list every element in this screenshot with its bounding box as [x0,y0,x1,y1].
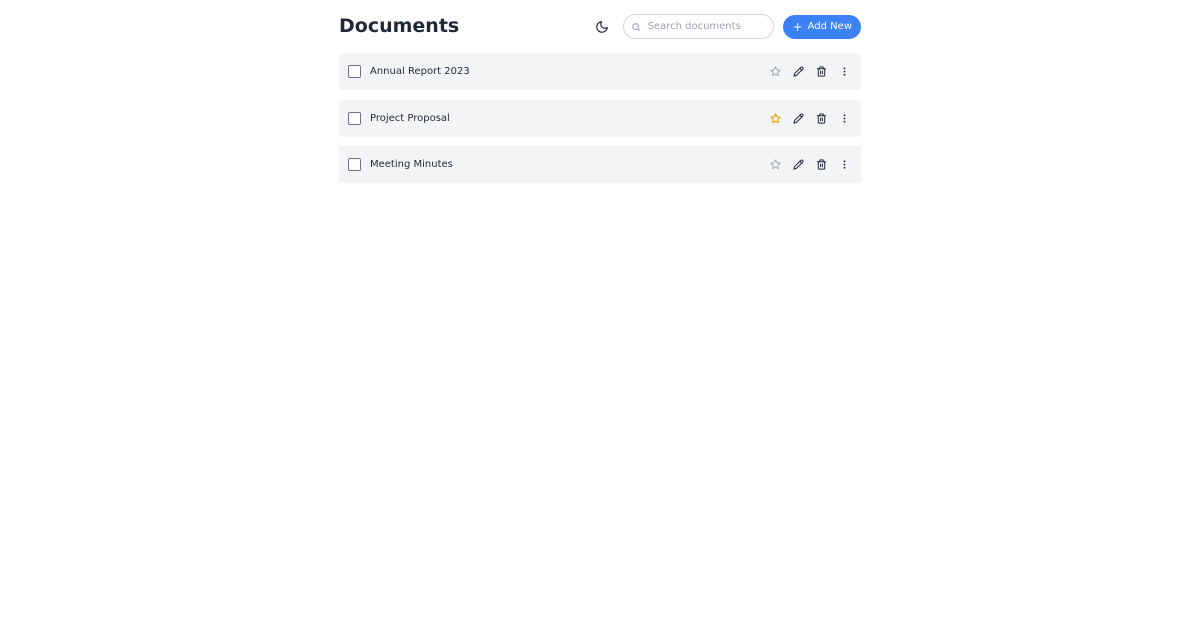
star-icon[interactable] [767,157,783,173]
row-checkbox[interactable] [348,111,361,125]
trash-icon[interactable] [813,157,829,173]
row-actions [760,100,852,137]
plus-icon: + [792,19,803,34]
row-actions [760,146,852,183]
document-list: Annual Report 2023 Project Proposal Meet… [339,53,861,183]
more-vertical-icon[interactable] [836,64,852,80]
document-name: Annual Report 2023 [370,66,470,77]
moon-icon [595,20,608,33]
document-row[interactable]: Annual Report 2023 [339,53,861,90]
more-vertical-icon[interactable] [836,110,852,126]
more-vertical-icon[interactable] [836,157,852,173]
trash-icon[interactable] [813,64,829,80]
row-actions [760,53,852,90]
document-name: Meeting Minutes [370,159,453,170]
trash-icon[interactable] [813,110,829,126]
page-title: Documents [339,15,460,37]
search-icon [631,21,643,33]
star-icon[interactable] [767,64,783,80]
add-new-label: Add New [807,21,852,32]
search-box[interactable] [622,14,774,39]
document-name: Project Proposal [370,112,450,124]
edit-icon[interactable] [790,64,806,80]
add-new-button[interactable]: + Add New [782,14,861,39]
header-controls: + Add New [590,14,861,39]
row-checkbox[interactable] [348,158,361,171]
edit-icon[interactable] [790,110,806,126]
document-row[interactable]: Meeting Minutes [339,146,861,183]
theme-toggle-button[interactable] [590,15,614,39]
documents-panel: Documents + Add New [339,0,861,193]
star-icon[interactable] [767,110,783,126]
search-input[interactable] [647,21,768,32]
document-row[interactable]: Project Proposal [339,99,861,137]
header: Documents + Add New [339,0,861,52]
row-checkbox[interactable] [348,65,361,78]
edit-icon[interactable] [790,157,806,173]
